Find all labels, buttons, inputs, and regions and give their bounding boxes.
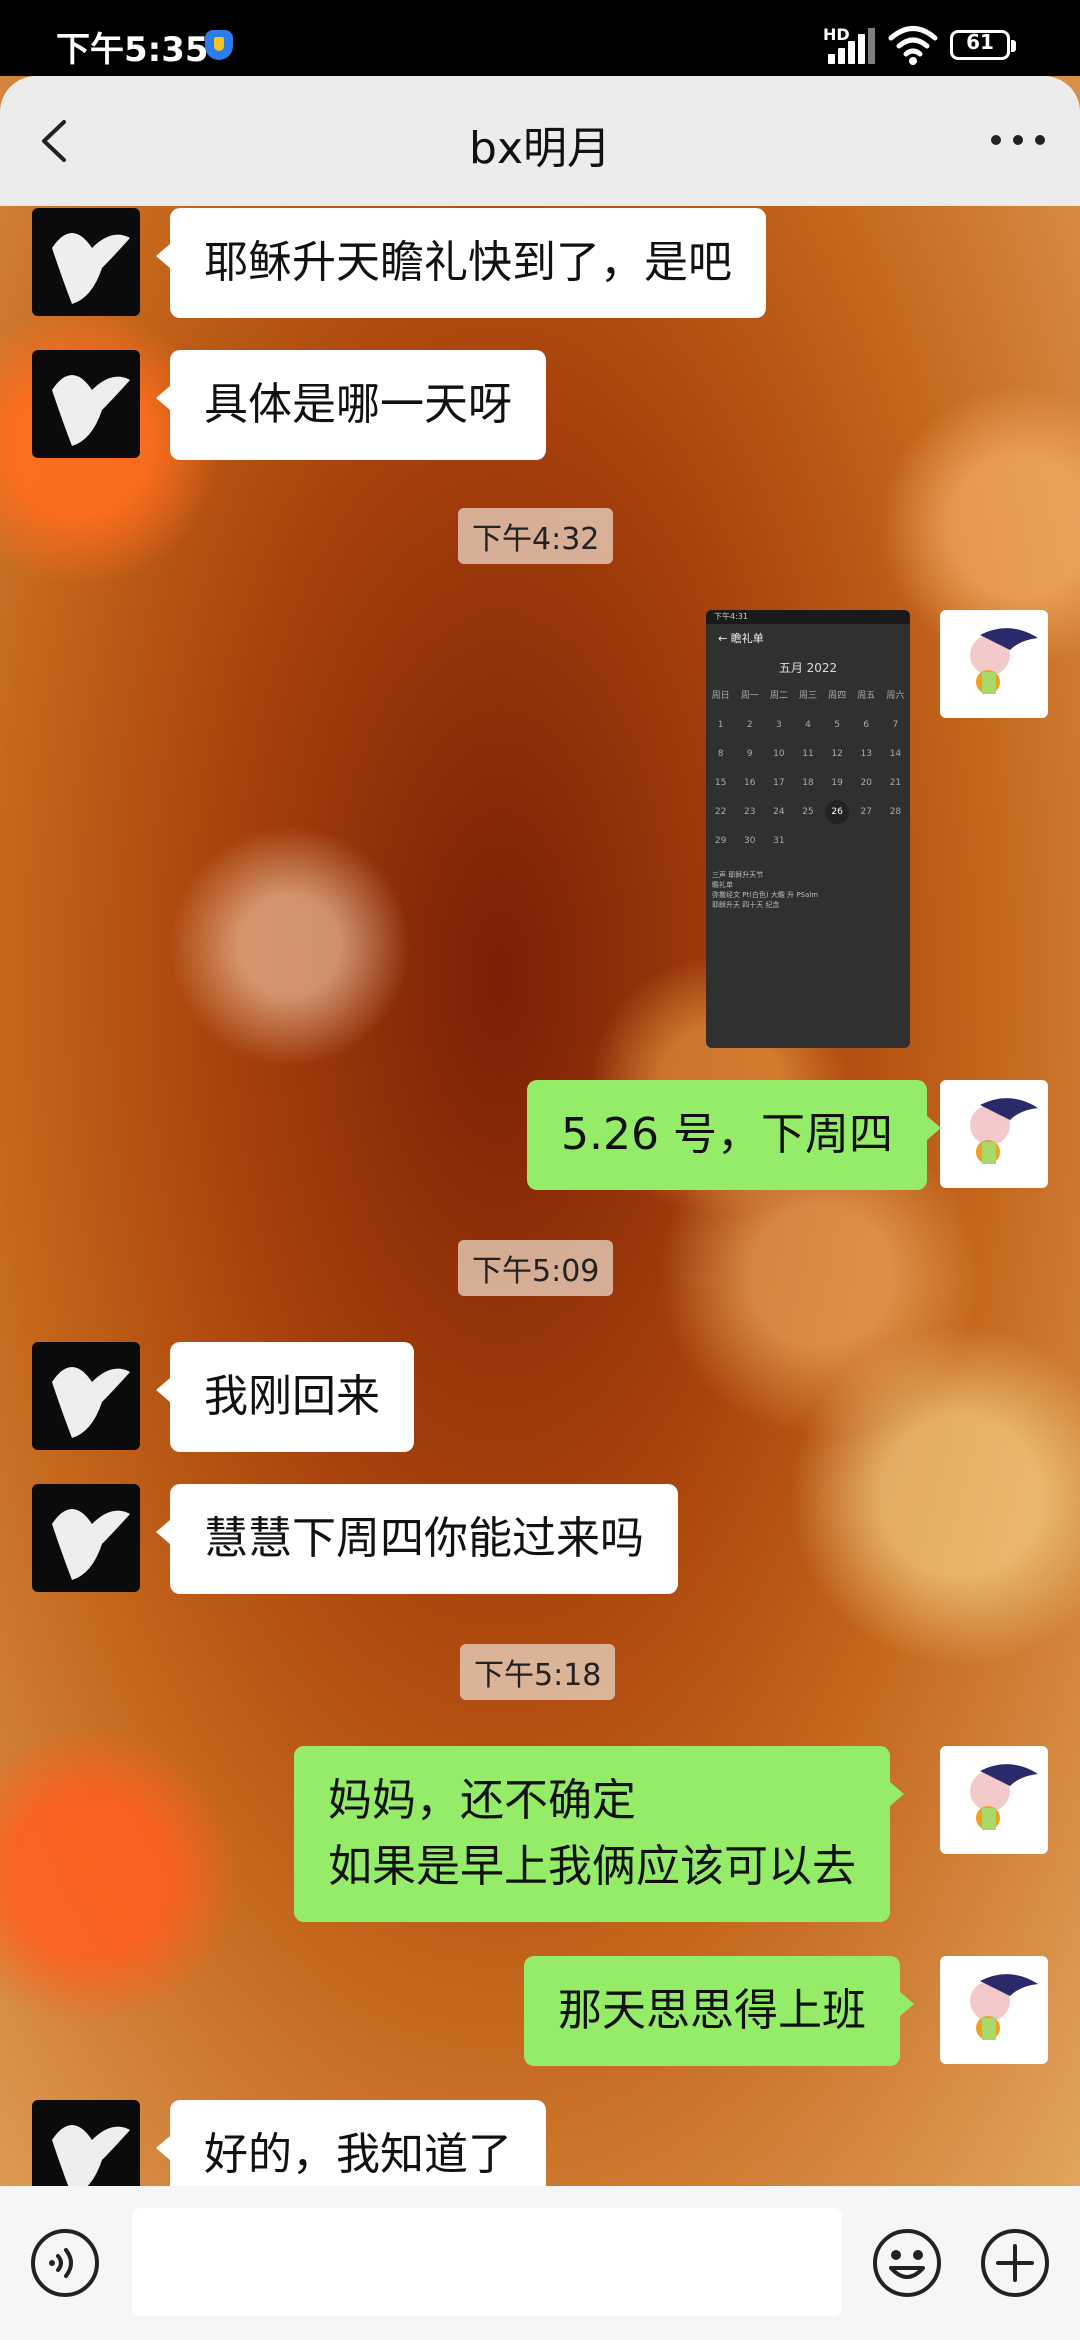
status-time: 下午5:35 bbox=[56, 30, 209, 70]
calendar-weekdays: 周日 周一 周二 周三 周四 周五 周六 bbox=[711, 691, 905, 701]
calendar-month: 五月 2022 bbox=[778, 661, 838, 675]
message-text: 5.26 号，下周四 bbox=[561, 1109, 893, 1160]
chat-header: bx明月 bbox=[0, 76, 1080, 206]
avatar-dove[interactable] bbox=[32, 1342, 140, 1450]
timestamp: 下午4:32 bbox=[458, 508, 614, 564]
signal-icon bbox=[828, 28, 876, 64]
message-text: 慧慧下周四你能过来吗 bbox=[204, 1513, 644, 1564]
screenshot-header: ← 瞻礼单 bbox=[718, 632, 764, 645]
message-text: 耶稣升天瞻礼快到了，是吧 bbox=[204, 237, 732, 288]
message-bubble-incoming[interactable]: 我刚回来 bbox=[156, 1342, 414, 1452]
chat-title[interactable]: bx明月 bbox=[0, 112, 1080, 176]
message-text: 我刚回来 bbox=[204, 1371, 380, 1422]
calendar-week: 29 30 31 bbox=[714, 836, 785, 846]
security-shield-icon bbox=[205, 30, 233, 60]
message-text: 具体是哪一天呀 bbox=[204, 379, 512, 430]
message-bubble-outgoing[interactable]: 妈妈，还不确定 如果是早上我俩应该可以去 bbox=[294, 1746, 904, 1922]
screenshot-status-time: 下午4:31 bbox=[706, 610, 910, 624]
calendar-week: 22 23 24 25 26 27 28 bbox=[706, 798, 910, 827]
voice-icon[interactable] bbox=[30, 2228, 100, 2298]
more-dots-icon[interactable] bbox=[988, 120, 1048, 160]
calendar-note: 三声 耶稣升天节 瞻礼单 弥撒经文 Pt(白色) 大瞻 升 PSalm 耶稣升天… bbox=[712, 871, 819, 909]
timestamp: 下午5:09 bbox=[458, 1240, 614, 1296]
emoji-icon[interactable] bbox=[872, 2228, 942, 2298]
battery-level: 61 bbox=[966, 30, 994, 54]
timestamp: 下午5:18 bbox=[460, 1644, 616, 1700]
battery-icon: 61 bbox=[950, 30, 1016, 60]
message-text-line: 如果是早上我俩应该可以去 bbox=[328, 1841, 856, 1892]
message-text-line: 妈妈，还不确定 bbox=[328, 1775, 636, 1826]
selected-day: 26 bbox=[823, 798, 852, 827]
wifi-icon bbox=[888, 26, 938, 65]
calendar-week: 15 16 17 18 19 20 21 bbox=[714, 778, 902, 788]
avatar-cartoon-kid[interactable] bbox=[940, 610, 1048, 718]
status-bar: 下午5:35 HD 61 bbox=[0, 0, 1080, 76]
message-bubble-outgoing[interactable]: 那天思思得上班 bbox=[524, 1956, 914, 2066]
calendar-week: 1234567 bbox=[717, 720, 899, 730]
image-message[interactable]: 下午4:31 ← 瞻礼单 五月 2022 周日 周一 周二 周三 周四 周五 周六 1234… bbox=[706, 610, 910, 1048]
message-text: 那天思思得上班 bbox=[558, 1985, 866, 2036]
message-text: 好的，我知道了 bbox=[204, 2129, 512, 2180]
message-input[interactable] bbox=[132, 2208, 842, 2316]
message-bubble-outgoing[interactable]: 5.26 号，下周四 bbox=[527, 1080, 941, 1190]
message-bubble-incoming[interactable]: 耶稣升天瞻礼快到了，是吧 bbox=[156, 208, 766, 318]
avatar-cartoon-kid[interactable] bbox=[940, 1080, 1048, 1188]
message-bubble-incoming[interactable]: 慧慧下周四你能过来吗 bbox=[156, 1484, 678, 1594]
calendar-week: 8 9 10 11 12 13 14 bbox=[717, 749, 902, 759]
message-bubble-incoming[interactable]: 具体是哪一天呀 bbox=[156, 350, 546, 460]
avatar-dove[interactable] bbox=[32, 1484, 140, 1592]
input-bar bbox=[0, 2186, 1080, 2340]
avatar-dove[interactable] bbox=[32, 208, 140, 316]
plus-icon[interactable] bbox=[980, 2228, 1050, 2298]
avatar-dove[interactable] bbox=[32, 350, 140, 458]
avatar-cartoon-kid[interactable] bbox=[940, 1746, 1048, 1854]
avatar-cartoon-kid[interactable] bbox=[940, 1956, 1048, 2064]
